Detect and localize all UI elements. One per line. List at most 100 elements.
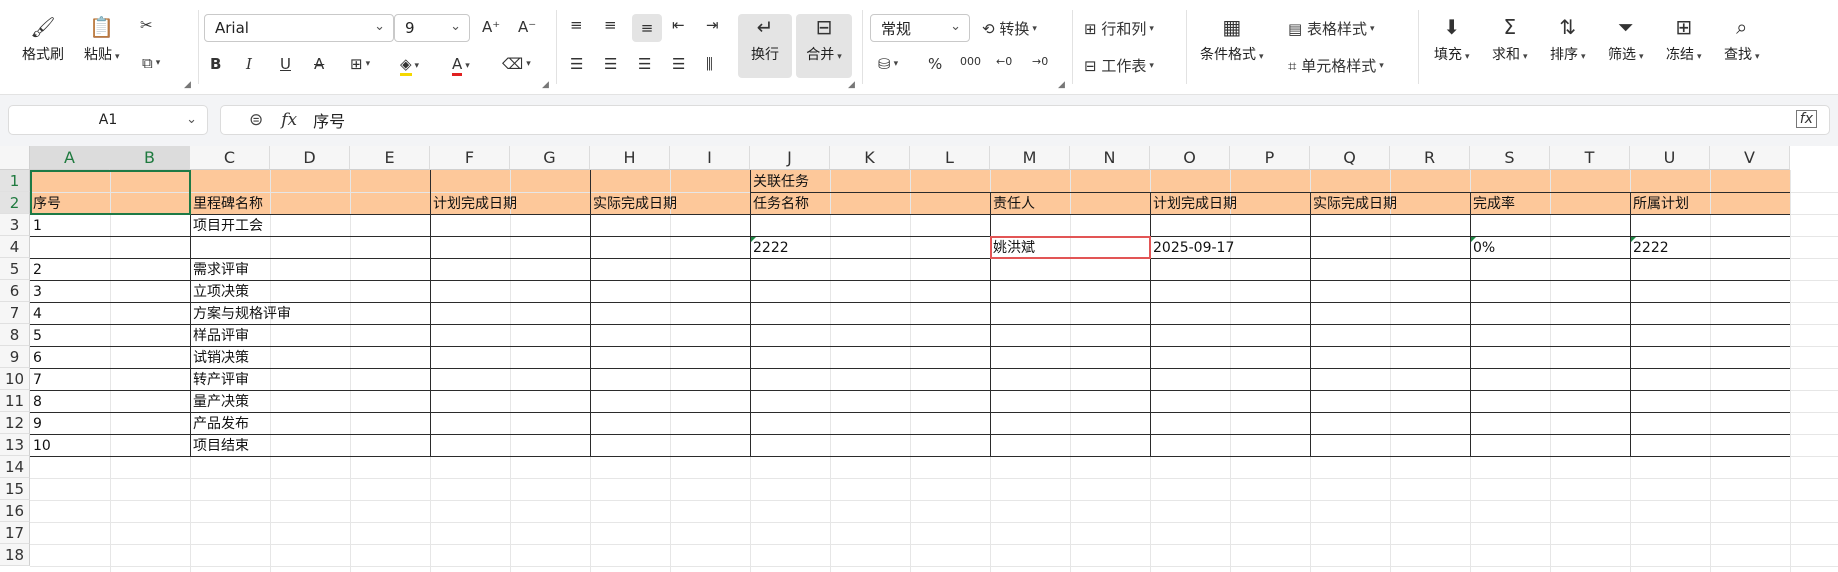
row-header-1[interactable]: 1 [0, 170, 30, 192]
row-header-2[interactable]: 2 [0, 192, 30, 214]
header-completion-cell[interactable]: 完成率 [1470, 194, 1515, 214]
insert-function-icon[interactable]: fx [1795, 110, 1817, 128]
justify-icon[interactable]: ☰ [672, 55, 685, 73]
sum-button[interactable]: Σ 求和 ▾ [1492, 14, 1528, 64]
sort-button[interactable]: ⇅ 排序 ▾ [1550, 14, 1586, 64]
seq-cell[interactable]: 9 [30, 414, 42, 434]
header-task-plan-date-cell[interactable]: 计划完成日期 [1150, 194, 1237, 214]
milestone-name-cell[interactable]: 样品评审 [190, 326, 249, 346]
column-header-p[interactable]: P [1230, 146, 1310, 170]
row-header-10[interactable]: 10 [0, 368, 30, 390]
name-box[interactable]: A1 ⌄ [8, 105, 208, 135]
header-milestone-cell[interactable]: 里程碑名称 [190, 194, 263, 214]
strikethrough-icon[interactable]: A [314, 55, 324, 73]
align-left-icon[interactable]: ☰ [570, 55, 583, 73]
column-header-e[interactable]: E [350, 146, 430, 170]
column-header-i[interactable]: I [670, 146, 750, 170]
row-header-6[interactable]: 6 [0, 280, 30, 302]
row-header-12[interactable]: 12 [0, 412, 30, 434]
italic-icon[interactable]: I [246, 55, 252, 73]
spreadsheet-grid[interactable]: A B C D E F G H I J K L M N O P Q R S T U V 1 2 3 4 5 6 7 8 9 10 11 12 13 1… [0, 146, 1838, 572]
column-header-u[interactable]: U [1630, 146, 1710, 170]
seq-cell[interactable]: 3 [30, 282, 42, 302]
copy-button[interactable]: ⧉ ▾ [142, 54, 160, 72]
seq-cell[interactable]: 2 [30, 260, 42, 280]
align-top-icon[interactable]: ≡ [570, 16, 583, 34]
decrease-font-icon[interactable]: A⁻ [518, 18, 536, 36]
format-painter-button[interactable]: 🖌 格式刷 [22, 14, 64, 64]
column-header-k[interactable]: K [830, 146, 910, 170]
align-bottom-icon[interactable]: ≡ [632, 14, 662, 42]
increase-decimal-icon[interactable]: ←0 [996, 55, 1012, 68]
worksheet-button[interactable]: ⊟ 工作表 ▾ [1084, 55, 1154, 76]
seq-cell[interactable]: 6 [30, 348, 42, 368]
formula-input[interactable]: ⊜ fx 序号 fx [220, 105, 1830, 135]
header-plan-date-cell[interactable]: 计划完成日期 [430, 194, 517, 214]
merge-button[interactable]: ⊟ 合并 ▾ [796, 14, 852, 78]
milestone-name-cell[interactable]: 需求评审 [190, 260, 249, 280]
milestone-name-cell[interactable]: 量产决策 [190, 392, 249, 412]
clear-button[interactable]: ⌫ ▾ [502, 55, 531, 73]
font-name-select[interactable]: Arial ⌄ [204, 14, 394, 42]
column-header-t[interactable]: T [1550, 146, 1630, 170]
row-header-5[interactable]: 5 [0, 258, 30, 280]
convert-button[interactable]: ⟲ 转换 ▾ [982, 18, 1037, 39]
align-middle-icon[interactable]: ≡ [604, 16, 617, 34]
column-header-r[interactable]: R [1390, 146, 1470, 170]
column-header-c[interactable]: C [190, 146, 270, 170]
milestone-name-cell[interactable]: 项目开工会 [190, 216, 263, 236]
wrap-text-button[interactable]: ↵ 换行 [738, 14, 792, 78]
align-right-icon[interactable]: ☰ [638, 55, 651, 73]
decrease-indent-icon[interactable]: ⇤ [672, 16, 685, 34]
row-header-14[interactable]: 14 [0, 456, 30, 478]
font-size-select[interactable]: 9 ⌄ [394, 14, 470, 42]
cut-icon[interactable]: ✂ [140, 16, 153, 34]
currency-button[interactable]: ⛁ ▾ [878, 55, 898, 73]
find-button[interactable]: ⌕ 查找 ▾ [1724, 14, 1760, 64]
header-plan-cell[interactable]: 所属计划 [1630, 194, 1689, 214]
align-center-icon[interactable]: ☰ [604, 55, 617, 73]
seq-cell[interactable]: 7 [30, 370, 42, 390]
underline-icon[interactable]: U [280, 55, 291, 73]
milestone-name-cell[interactable]: 项目结束 [190, 436, 249, 456]
row-header-13[interactable]: 13 [0, 434, 30, 456]
font-color-button[interactable]: A ▾ [452, 55, 470, 76]
milestone-name-cell[interactable]: 试销决策 [190, 348, 249, 368]
column-header-l[interactable]: L [910, 146, 990, 170]
fill-color-button[interactable]: ◈ ▾ [400, 55, 419, 76]
fx-icon[interactable]: fx [281, 110, 297, 130]
conditional-format-button[interactable]: ▦ 条件格式 ▾ [1200, 14, 1264, 64]
column-header-h[interactable]: H [590, 146, 670, 170]
seq-cell[interactable]: 5 [30, 326, 42, 346]
border-button[interactable]: ⊞ ▾ [350, 55, 370, 73]
column-header-d[interactable]: D [270, 146, 350, 170]
seq-cell[interactable]: 8 [30, 392, 42, 412]
seq-cell[interactable]: 4 [30, 304, 42, 324]
table-style-button[interactable]: ▤ 表格样式 ▾ [1288, 18, 1375, 39]
select-all-corner[interactable] [0, 146, 30, 170]
font-dialog-launcher[interactable]: ◢ [542, 80, 549, 90]
row-header-3[interactable]: 3 [0, 214, 30, 236]
column-header-s[interactable]: S [1470, 146, 1550, 170]
number-dialog-launcher[interactable]: ◢ [1058, 80, 1065, 90]
freeze-button[interactable]: ⊞ 冻结 ▾ [1666, 14, 1702, 64]
row-header-16[interactable]: 16 [0, 500, 30, 522]
seq-cell[interactable]: 1 [30, 216, 42, 236]
header-actual-date-cell[interactable]: 实际完成日期 [590, 194, 677, 214]
column-header-j[interactable]: J [750, 146, 830, 170]
fill-button[interactable]: ⬇ 填充 ▾ [1434, 14, 1470, 64]
column-header-a[interactable]: A [30, 146, 110, 170]
thousands-separator-icon[interactable]: 000 [960, 55, 981, 68]
row-header-11[interactable]: 11 [0, 390, 30, 412]
increase-font-icon[interactable]: A⁺ [482, 18, 500, 36]
filter-button[interactable]: ⏷ 筛选 ▾ [1608, 14, 1644, 64]
distributed-icon[interactable]: ⫼ [706, 55, 713, 73]
row-header-15[interactable]: 15 [0, 478, 30, 500]
clipboard-dialog-launcher[interactable]: ◢ [184, 80, 191, 90]
column-header-g[interactable]: G [510, 146, 590, 170]
row-header-4[interactable]: 4 [0, 236, 30, 258]
cell-style-button[interactable]: ⌗ 单元格样式 ▾ [1288, 55, 1384, 76]
header-task-actual-date-cell[interactable]: 实际完成日期 [1310, 194, 1397, 214]
column-header-b[interactable]: B [110, 146, 190, 170]
alignment-dialog-launcher[interactable]: ◢ [848, 80, 855, 90]
